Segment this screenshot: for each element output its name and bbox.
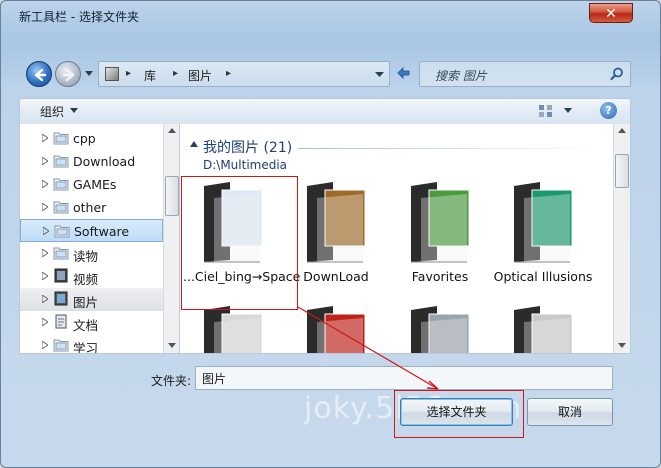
dialog-window: 新工具栏 - 选择文件夹 ✕ ▸ 库 ▸ 图片 ▸ 搜索 图片 组织 ? cpp… [0, 0, 661, 468]
annotation-arrow [297, 306, 439, 390]
